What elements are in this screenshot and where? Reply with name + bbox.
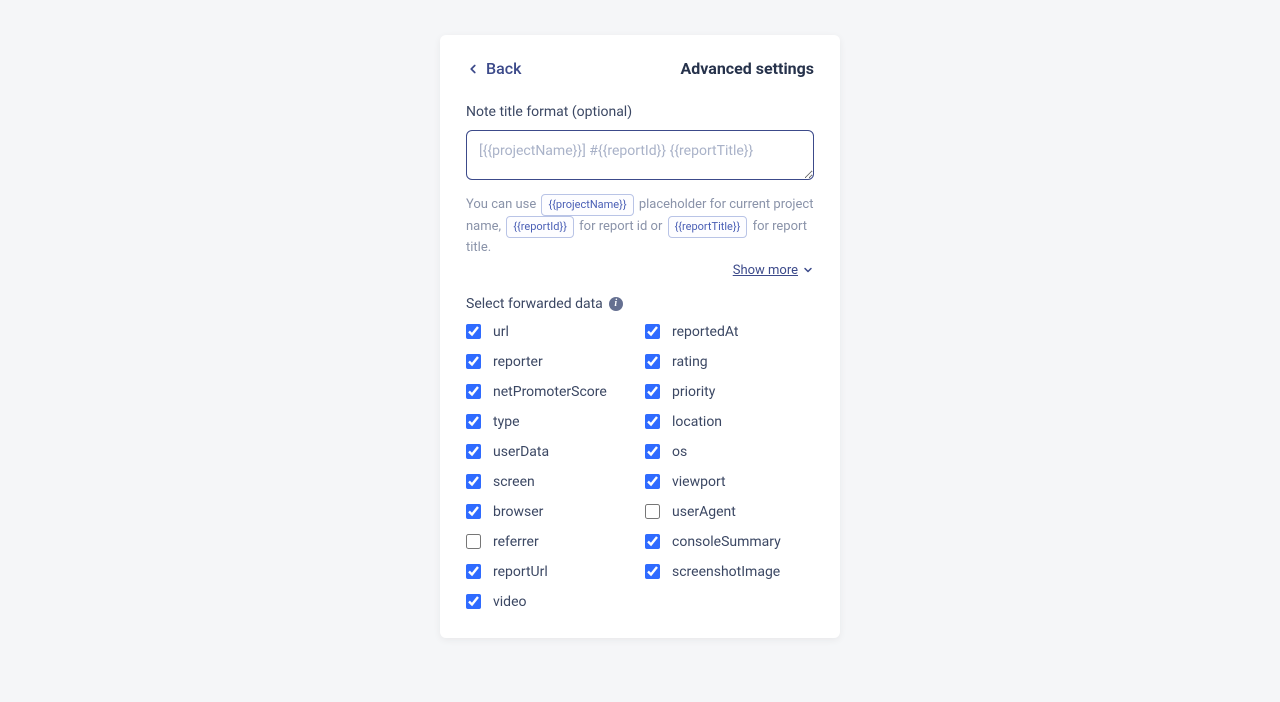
checkbox-item-viewport: viewport [645, 474, 814, 490]
checkbox-label-url[interactable]: url [493, 324, 509, 340]
placeholder-chip-project[interactable]: {{projectName}} [541, 194, 633, 216]
note-title-label: Note title format (optional) [466, 104, 814, 120]
checkbox-label-reportUrl[interactable]: reportUrl [493, 564, 548, 580]
checkbox-item-referrer: referrer [466, 534, 635, 550]
checkbox-item-browser: browser [466, 504, 635, 520]
checkbox-location[interactable] [645, 414, 660, 429]
checkbox-reportedAt[interactable] [645, 324, 660, 339]
checkbox-item-type: type [466, 414, 635, 430]
note-title-hint: You can use {{projectName}} placeholder … [466, 194, 814, 259]
checkbox-label-reporter[interactable]: reporter [493, 354, 543, 370]
back-label: Back [486, 59, 521, 78]
checkbox-label-screenshotImage[interactable]: screenshotImage [672, 564, 780, 580]
checkbox-label-userAgent[interactable]: userAgent [672, 504, 736, 520]
page-title: Advanced settings [681, 59, 814, 78]
checkbox-label-browser[interactable]: browser [493, 504, 543, 520]
hint-text-prefix: You can use [466, 197, 539, 212]
checkbox-userData[interactable] [466, 444, 481, 459]
card-header: Back Advanced settings [466, 59, 814, 78]
checkbox-item-userData: userData [466, 444, 635, 460]
back-button[interactable]: Back [466, 59, 521, 78]
note-title-input[interactable] [466, 130, 814, 180]
show-more-link[interactable]: Show more [733, 263, 814, 278]
checkbox-label-netPromoterScore[interactable]: netPromoterScore [493, 384, 607, 400]
checkbox-consoleSummary[interactable] [645, 534, 660, 549]
checkbox-userAgent[interactable] [645, 504, 660, 519]
checkbox-label-video[interactable]: video [493, 594, 527, 610]
checkbox-item-os: os [645, 444, 814, 460]
checkbox-item-rating: rating [645, 354, 814, 370]
checkbox-type[interactable] [466, 414, 481, 429]
checkbox-item-screen: screen [466, 474, 635, 490]
checkbox-label-consoleSummary[interactable]: consoleSummary [672, 534, 781, 550]
checkbox-label-rating[interactable]: rating [672, 354, 708, 370]
checkbox-label-os[interactable]: os [672, 444, 687, 460]
checkbox-os[interactable] [645, 444, 660, 459]
checkbox-item-consoleSummary: consoleSummary [645, 534, 814, 550]
checkbox-item-userAgent: userAgent [645, 504, 814, 520]
checkbox-label-viewport[interactable]: viewport [672, 474, 726, 490]
checkbox-item-reportUrl: reportUrl [466, 564, 635, 580]
checkbox-netPromoterScore[interactable] [466, 384, 481, 399]
checkbox-screenshotImage[interactable] [645, 564, 660, 579]
info-icon[interactable]: i [609, 297, 623, 311]
checkbox-label-type[interactable]: type [493, 414, 520, 430]
checkbox-label-reportedAt[interactable]: reportedAt [672, 324, 738, 340]
checkbox-item-netPromoterScore: netPromoterScore [466, 384, 635, 400]
checkbox-item-url: url [466, 324, 635, 340]
checkbox-item-location: location [645, 414, 814, 430]
checkbox-reporter[interactable] [466, 354, 481, 369]
checkbox-rating[interactable] [645, 354, 660, 369]
checkbox-label-referrer[interactable]: referrer [493, 534, 539, 550]
checkbox-referrer[interactable] [466, 534, 481, 549]
show-more-label: Show more [733, 263, 798, 278]
forwarded-data-label: Select forwarded data i [466, 296, 814, 312]
chevron-down-icon [802, 264, 814, 276]
checkbox-item-priority: priority [645, 384, 814, 400]
chevron-left-icon [466, 62, 480, 76]
note-title-field-wrap [466, 130, 814, 184]
checkbox-screen[interactable] [466, 474, 481, 489]
forwarded-data-label-text: Select forwarded data [466, 296, 603, 312]
checkbox-video[interactable] [466, 594, 481, 609]
hint-text-mid2: for report id or [579, 219, 665, 234]
checkbox-item-reportedAt: reportedAt [645, 324, 814, 340]
checkbox-reportUrl[interactable] [466, 564, 481, 579]
settings-card: Back Advanced settings Note title format… [440, 35, 840, 638]
checkbox-browser[interactable] [466, 504, 481, 519]
checkbox-item-video: video [466, 594, 635, 610]
checkbox-viewport[interactable] [645, 474, 660, 489]
checkbox-label-priority[interactable]: priority [672, 384, 715, 400]
checkbox-item-screenshotImage: screenshotImage [645, 564, 814, 580]
checkbox-item-reporter: reporter [466, 354, 635, 370]
forwarded-data-grid: url reportedAt reporter rating netPromoterSc… [466, 324, 814, 610]
checkbox-label-screen[interactable]: screen [493, 474, 535, 490]
checkbox-label-location[interactable]: location [672, 414, 722, 430]
checkbox-priority[interactable] [645, 384, 660, 399]
checkbox-label-userData[interactable]: userData [493, 444, 549, 460]
placeholder-chip-reportid[interactable]: {{reportId}} [506, 216, 574, 238]
show-more-row: Show more [466, 263, 814, 278]
checkbox-url[interactable] [466, 324, 481, 339]
placeholder-chip-reporttitle[interactable]: {{reportTitle}} [668, 216, 748, 238]
